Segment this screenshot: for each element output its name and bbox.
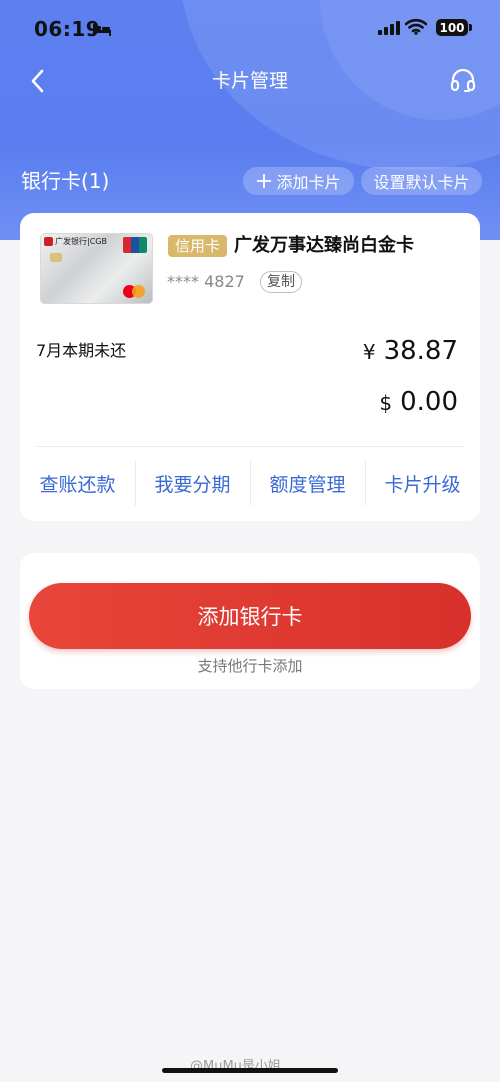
due-period-label: 7月本期未还 [36,341,127,360]
card-number: **** 4827 [167,272,245,291]
credit-card-panel: 广发银行|CGB 信用卡 广发万事达臻尚白金卡 **** 4827 复制 7月本… [20,213,480,521]
unionpay-logo-icon [123,237,147,253]
cny-symbol: ¥ [362,340,376,364]
bank-logo-icon [44,237,53,246]
bank-card-count: 银行卡(1) [21,169,110,193]
cellular-signal-icon [378,21,400,35]
installment-button[interactable]: 我要分期 [135,456,250,510]
add-bank-card-panel: 添加银行卡 支持他行卡添加 [20,553,480,689]
page-title: 卡片管理 [211,70,288,92]
mastercard-logo-icon [123,285,145,298]
amount-cny: ¥38.87 [363,334,458,369]
card-name: 广发万事达臻尚白金卡 [234,235,414,256]
card-actions: 查账还款 我要分期 额度管理 卡片升级 [20,456,480,510]
check-and-repay-button[interactable]: 查账还款 [20,456,135,510]
divider [36,446,464,447]
amount-cny-value: 38.87 [383,336,458,366]
sleep-mode-icon [92,22,112,41]
status-time: 06:19 [34,17,101,41]
add-bank-card-hint: 支持他行卡添加 [197,657,303,675]
status-bar: 06:19 100 [0,0,500,56]
copy-card-number-button[interactable]: 复制 [260,271,302,293]
card-bank-mark: 广发银行|CGB [55,237,107,246]
card-upgrade-button[interactable]: 卡片升级 [365,456,480,510]
credit-limit-button[interactable]: 额度管理 [250,456,365,510]
wifi-icon [404,18,428,39]
set-default-card-label: 设置默认卡片 [373,173,470,192]
add-card-label: 添加卡片 [276,173,341,192]
amount-usd-value: 0.00 [400,387,458,417]
headset-icon [450,68,476,92]
customer-service-button[interactable] [447,66,479,96]
amount-usd: $0.00 [379,385,458,420]
home-indicator[interactable] [162,1068,338,1073]
watermark: @MuMu是小姐 [190,1059,281,1074]
plus-icon [257,174,272,188]
card-management-screen: 06:19 100 卡片管理 银行卡(1) 添加卡片 设置默认卡片 广发银行|C… [0,0,500,1082]
battery-icon: 100 [436,19,468,36]
card-type-badge: 信用卡 [168,235,228,257]
add-card-button[interactable]: 添加卡片 [243,167,354,195]
add-bank-card-button[interactable]: 添加银行卡 [29,583,471,649]
usd-symbol: $ [379,391,393,415]
set-default-card-button[interactable]: 设置默认卡片 [361,167,482,195]
card-chip-icon [50,253,62,262]
card-image[interactable]: 广发银行|CGB [40,233,153,304]
battery-tip [469,24,472,31]
